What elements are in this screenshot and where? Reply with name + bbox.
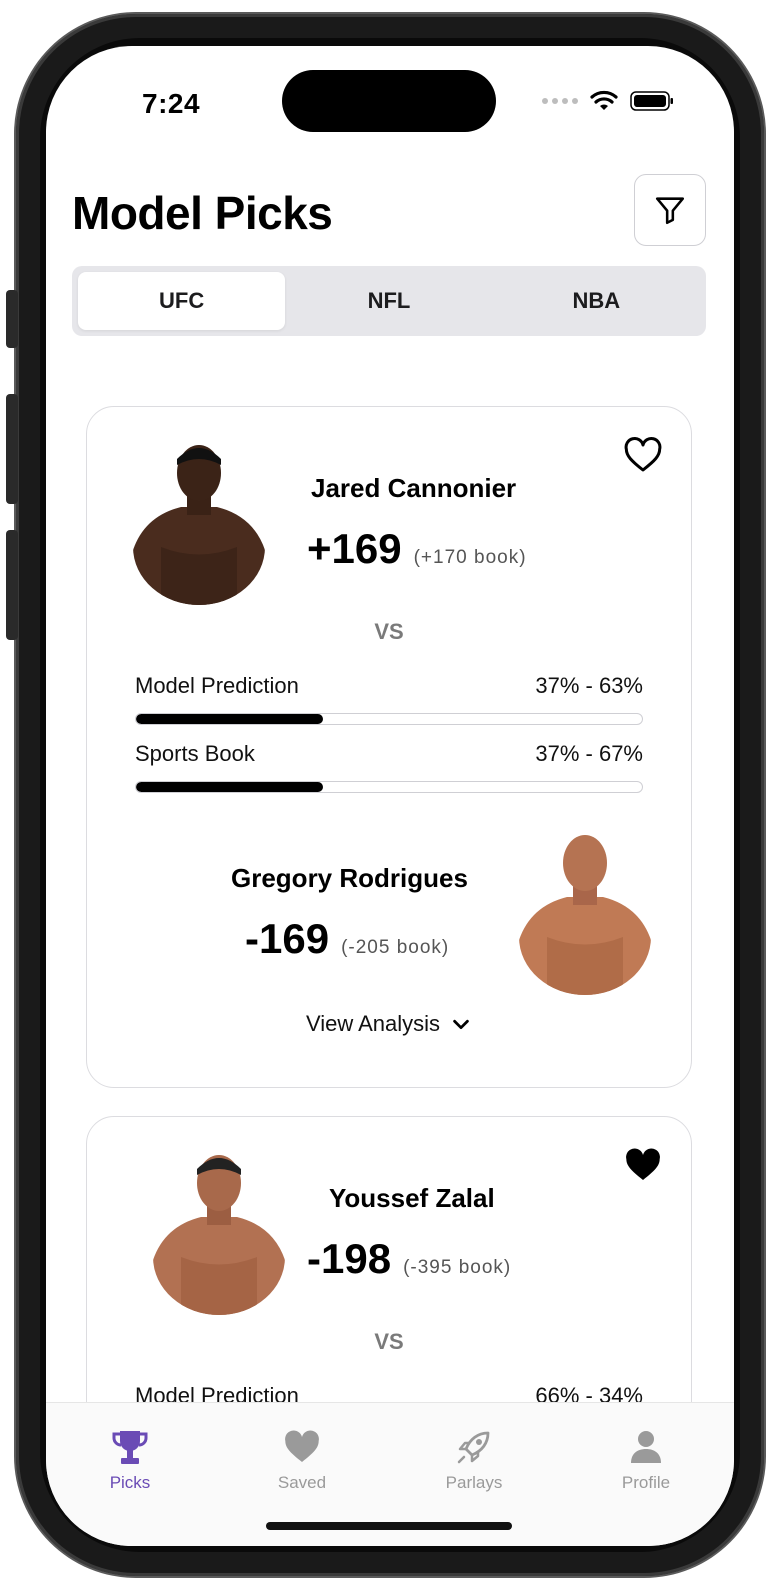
wifi-icon	[590, 90, 618, 110]
nav-parlays[interactable]: Parlays	[414, 1427, 534, 1493]
chevron-down-icon	[453, 1019, 469, 1030]
fighter-a-book-odds: (+170 book)	[413, 547, 527, 568]
nav-profile[interactable]: Profile	[586, 1427, 706, 1493]
status-time: 7:24	[142, 88, 201, 119]
heart-icon	[285, 1430, 319, 1462]
trophy-icon	[112, 1431, 148, 1464]
nav-profile-label: Profile	[621, 1473, 671, 1492]
fighter-a-model-odds: +169	[307, 525, 402, 572]
page-title: Model Picks	[72, 187, 333, 239]
favorite-heart-filled-icon[interactable]	[623, 1145, 663, 1185]
fighter-a-odds: -198 (-395 book)	[307, 1235, 511, 1283]
sports-book-stat: Sports Book 37% - 67%	[135, 741, 643, 793]
person-icon	[631, 1431, 661, 1463]
fighter-a-odds: +169 (+170 book)	[307, 525, 527, 573]
home-indicator	[266, 1522, 512, 1530]
sports-book-value: 37% - 67%	[535, 741, 643, 766]
fighter-a-model-odds: -198	[307, 1235, 392, 1282]
tab-nba[interactable]: NBA	[493, 272, 700, 330]
fighter-b-name: Gregory Rodrigues	[231, 863, 468, 893]
fighter-a-name: Youssef Zalal	[329, 1183, 495, 1213]
volume-up-button	[6, 394, 18, 504]
battery-icon	[630, 91, 673, 111]
app-screen: 7:24 Model Picks UFC NFL NBA Jared Canno…	[46, 46, 734, 1546]
sports-book-label: Sports Book	[135, 741, 255, 766]
model-prediction-label: Model Prediction	[135, 673, 299, 698]
sports-book-bar	[135, 781, 643, 793]
cellular-signal-icon	[542, 98, 578, 104]
favorite-heart-outline-icon[interactable]	[623, 435, 663, 475]
tab-nfl[interactable]: NFL	[285, 272, 492, 330]
nav-picks[interactable]: Picks	[70, 1427, 190, 1493]
rocket-icon	[457, 1431, 490, 1464]
versus-label: VS	[374, 1329, 404, 1354]
nav-picks-label: Picks	[109, 1473, 151, 1492]
nav-parlays-label: Parlays	[445, 1473, 503, 1492]
fighter-avatar	[519, 835, 651, 995]
model-prediction-bar-fill	[136, 714, 324, 724]
fighter-avatar	[153, 1155, 285, 1315]
fighter-a-book-odds: (-395 book)	[403, 1257, 512, 1278]
view-analysis-button[interactable]: View Analysis	[87, 1011, 691, 1037]
dynamic-island	[282, 70, 496, 132]
model-prediction-value: 37% - 63%	[535, 673, 643, 698]
nav-saved[interactable]: Saved	[242, 1427, 362, 1493]
volume-down-button	[6, 530, 18, 640]
filter-button[interactable]	[634, 174, 706, 246]
fighter-avatar	[133, 445, 265, 605]
nav-saved-label: Saved	[277, 1473, 327, 1492]
fighter-b-model-odds: -169	[245, 915, 330, 962]
sport-tabs: UFC NFL NBA	[72, 266, 706, 336]
sports-book-bar-fill	[136, 782, 324, 792]
filter-icon	[655, 197, 685, 225]
tab-ufc[interactable]: UFC	[78, 272, 286, 330]
model-prediction-stat: Model Prediction 37% - 63%	[135, 673, 643, 725]
fighter-b-book-odds: (-205 book)	[341, 937, 450, 958]
view-analysis-label: View Analysis	[305, 1011, 441, 1036]
pick-card: Jared Cannonier +169 (+170 book) VS Mode…	[86, 406, 692, 1088]
fighter-a-name: Jared Cannonier	[311, 473, 517, 503]
status-icons	[542, 90, 674, 112]
fighter-b-odds: -169 (-205 book)	[245, 915, 449, 963]
model-prediction-bar	[135, 713, 643, 725]
versus-label: VS	[374, 619, 404, 644]
mute-switch	[6, 290, 18, 348]
